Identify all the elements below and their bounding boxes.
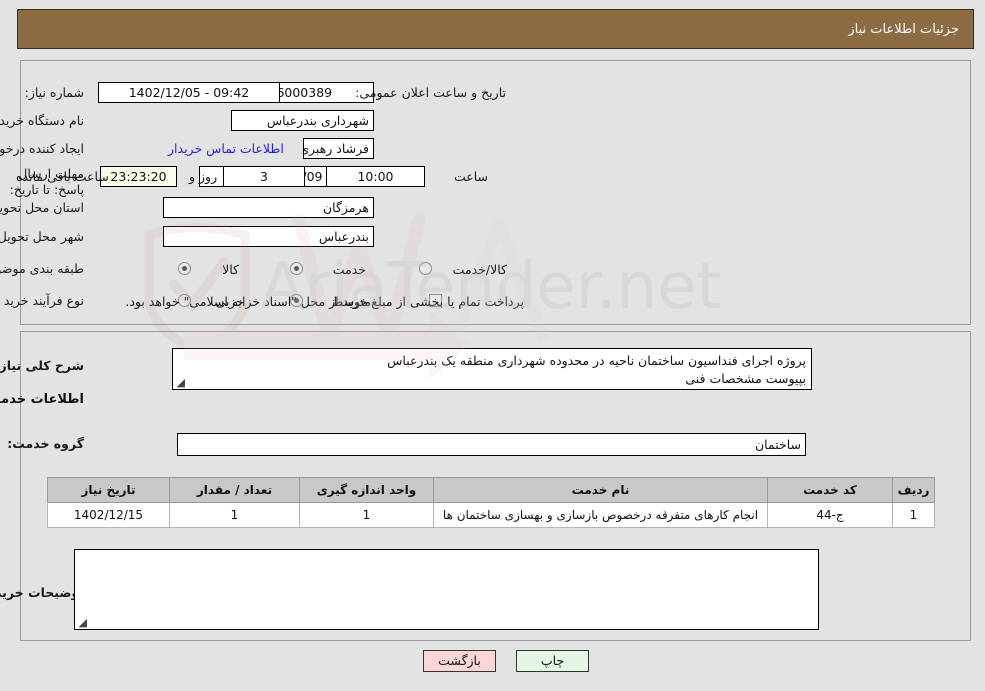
cell-name: انجام کارهای متفرقه درخصوص بازسازی و بهس… [434,502,769,528]
cell-radif: 1 [893,502,936,528]
announce-label: تاریخ و ساعت اعلان عمومی: [356,85,507,100]
resize-handle-icon-2[interactable]: ◢ [78,617,88,628]
col-name: نام خدمت [434,477,769,503]
service-group-label: گروه خدمت: [8,436,85,451]
summary-textarea[interactable]: پروژه اجرای فنداسیون ساختمان ناحیه در مح… [173,348,813,390]
col-date: تاریخ نیاز [48,477,171,503]
cell-unit: 1 [300,502,435,528]
col-radif: ردیف [893,477,936,503]
cell-code: ج-44 [768,502,894,528]
city-value: بندرعباس [164,226,375,247]
countdown-value: 23:23:20 [101,166,178,187]
announce-value: 09:42 - 1402/12/05 [99,82,281,103]
cell-qty: 1 [170,502,301,528]
category-option-label-1: خدمت [333,262,367,277]
col-code: کد خدمت [768,477,894,503]
category-option-label-0: کالا [223,262,240,277]
buyer-org-label: نام دستگاه خریدار: [0,113,85,128]
cell-date: 1402/12/15 [48,502,171,528]
buyer-notes-label: توضیحات خریدار: [0,585,85,600]
table-row: 1 ج-44 انجام کارهای متفرقه درخصوص بازساز… [48,502,936,528]
days-value: 3 [224,166,306,187]
print-button[interactable]: چاپ [517,650,590,672]
province-label: استان محل تحویل: [0,200,85,215]
services-table: ردیف کد خدمت نام خدمت واحد اندازه گیری ت… [48,477,936,528]
requester-label: ایجاد کننده درخواست: [0,141,85,156]
treasury-text: پرداخت تمام یا بخشی از مبلغ خرید،از محل … [126,294,525,309]
hour-label: ساعت [455,169,490,184]
province-value: هرمزگان [164,197,375,218]
summary-line-1: پروژه اجرای فنداسیون ساختمان ناحیه در مح… [388,353,807,368]
requester-value: فرشاد رهبری کاربرداز منطقه یک شهرداری بن… [304,138,375,159]
category-label: طبقه بندی موضوعی: [0,261,85,276]
buyer-org-value: شهرداری بندرعباس [232,110,375,131]
countdown-label: ساعت باقی مانده [17,169,110,184]
category-radio-kala[interactable] [179,262,192,275]
services-section-title: اطلاعات خدمات مورد نیاز [0,392,85,407]
page-root: AriaTender.net جزئیات اطلاعات نیاز شماره… [0,0,985,691]
col-unit: واحد اندازه گیری [300,477,435,503]
hour-value: 10:00 [327,166,426,187]
buyer-contact-link[interactable]: اطلاعات تماس خریدار [169,141,285,156]
need-number-label: شماره نیاز: [25,85,85,100]
days-label: روز و [190,169,219,184]
buyer-notes-textarea[interactable]: ◢ [75,549,820,630]
page-title: جزئیات اطلاعات نیاز [849,21,960,37]
process-label: نوع فرآیند خرید : [0,293,85,308]
category-radio-kala-khedmat[interactable] [420,262,433,275]
city-label: شهر محل تحویل: [0,229,85,244]
table-header-row: ردیف کد خدمت نام خدمت واحد اندازه گیری ت… [48,477,936,503]
page-header: جزئیات اطلاعات نیاز [18,9,975,49]
back-button[interactable]: بازگشت [424,650,497,672]
summary-line-2: بپیوست مشخصات فنی [686,371,807,387]
summary-label: شرح کلی نیاز: [0,358,85,373]
col-qty: تعداد / مقدار [170,477,301,503]
category-radio-khedmat[interactable] [291,262,304,275]
service-group-value: ساختمان [178,433,807,456]
resize-handle-icon[interactable]: ◢ [176,377,186,388]
category-option-label-2: کالا/خدمت [453,262,508,277]
